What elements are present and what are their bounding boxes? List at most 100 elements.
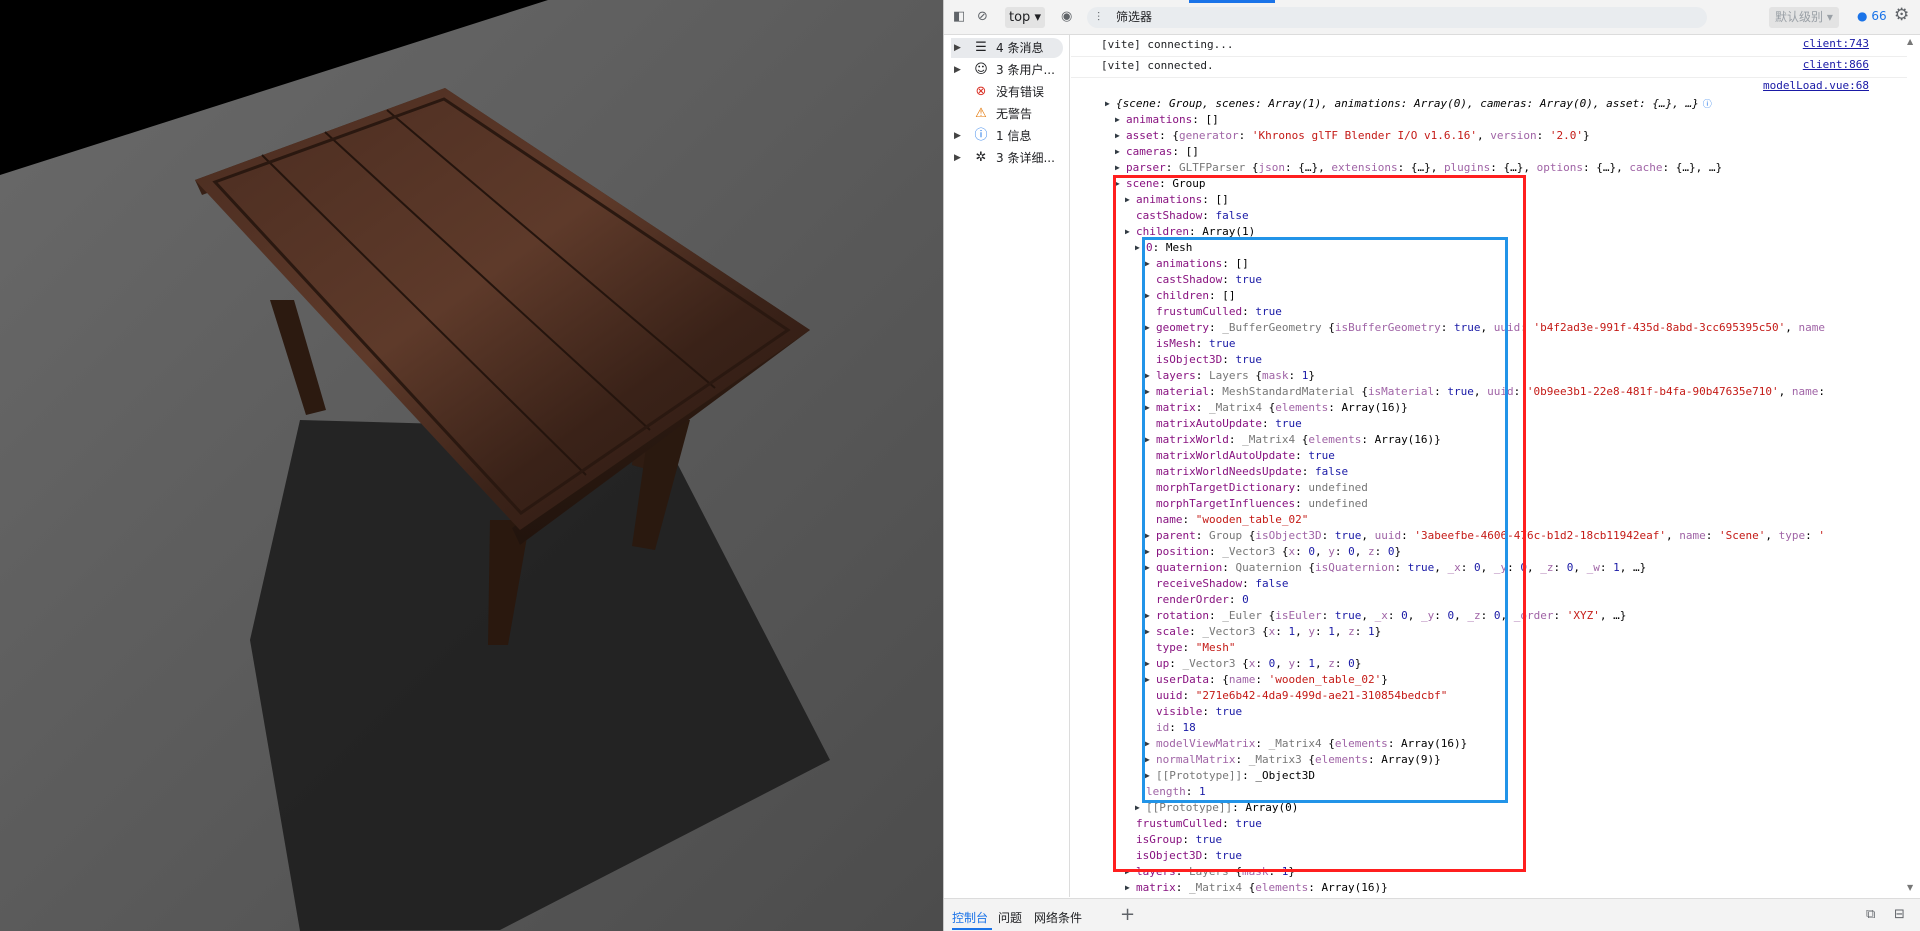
tree-text: 'XYZ'	[1566, 609, 1600, 622]
tab-console[interactable]: 控制台	[952, 909, 988, 926]
context-selector[interactable]: top ▾	[1005, 7, 1045, 28]
scroll-up-icon[interactable]: ▲	[1907, 37, 1913, 46]
expand-arrow-icon[interactable]: ▶	[1145, 368, 1156, 384]
tree-row[interactable]: ▶ layers: Layers {mask: 1}	[1125, 864, 1825, 880]
expand-arrow-icon[interactable]: ▶	[1135, 240, 1146, 256]
sidebar-item-0[interactable]: ▶ ☰ 4 条消息	[951, 38, 1063, 58]
gear-icon[interactable]: ⚙	[1894, 5, 1909, 25]
sidebar-toggle-icon[interactable]: ◧	[953, 8, 965, 26]
expand-arrow-icon[interactable]: ▶	[1105, 96, 1116, 112]
dock-icon[interactable]: ⧉	[1866, 907, 1875, 922]
tree-row[interactable]: ▶ [[Prototype]]: Array(0)	[1135, 800, 1825, 816]
expand-arrow-icon[interactable]: ▶	[1145, 320, 1156, 336]
tree-text: :	[1401, 529, 1415, 542]
tree-row[interactable]: ▶ rotation: _Euler {isEuler: true, _x: 0,…	[1145, 608, 1825, 624]
tree-row[interactable]: ▶ scene: Group	[1115, 176, 1825, 192]
expand-arrow-icon[interactable]: ▶	[1115, 144, 1126, 160]
expand-arrow-icon[interactable]: ▶	[954, 60, 961, 80]
expand-arrow-icon[interactable]: ▶	[1145, 656, 1156, 672]
expand-arrow-icon[interactable]: ▶	[1125, 192, 1136, 208]
expand-arrow-icon[interactable]: ▶	[1145, 672, 1156, 688]
live-expression-eye-icon[interactable]: ◉	[1061, 8, 1072, 26]
source-link[interactable]: client:743	[1803, 37, 1869, 50]
console-output[interactable]: [vite] connecting... client:743 [vite] con…	[1071, 35, 1907, 897]
scrollbar[interactable]: ▲ ▼	[1903, 35, 1919, 897]
expand-arrow-icon[interactable]: ▶	[954, 148, 961, 168]
tab-network-conditions[interactable]: 网络条件	[1034, 909, 1082, 926]
tree-row[interactable]: ▶ children: []	[1145, 288, 1825, 304]
expand-arrow-icon[interactable]: ▶	[1145, 256, 1156, 272]
tree-row[interactable]: ▶ animations: []	[1145, 256, 1825, 272]
tree-row[interactable]: ▶ asset: {generator: 'Khronos glTF Blende…	[1115, 128, 1825, 144]
issues-counter[interactable]: ● 66	[1857, 9, 1887, 23]
sidebar-item-5[interactable]: ▶ ✲ 3 条详细...	[951, 148, 1063, 168]
tree-text: :	[1202, 849, 1216, 862]
source-link[interactable]: client:866	[1803, 58, 1869, 71]
expand-arrow-icon[interactable]: ▶	[1125, 224, 1136, 240]
scroll-down-icon[interactable]: ▼	[1907, 883, 1913, 892]
source-link[interactable]: modelLoad.vue:68	[1763, 79, 1869, 92]
expand-arrow-icon[interactable]: ▶	[1145, 752, 1156, 768]
expand-arrow-icon[interactable]: ▶	[1145, 624, 1156, 640]
info-badge-icon: ⓘ	[1702, 100, 1712, 110]
tree-row[interactable]: ▶ scale: _Vector3 {x: 1, y: 1, z: 1}	[1145, 624, 1825, 640]
tree-row[interactable]: ▶ normalMatrix: _Matrix3 {elements: Array…	[1145, 752, 1825, 768]
expand-arrow-icon[interactable]: ▶	[1145, 384, 1156, 400]
tree-row[interactable]: ▶ cameras: []	[1115, 144, 1825, 160]
expand-arrow-icon[interactable]: ▶	[954, 38, 961, 58]
expand-arrow-icon[interactable]: ▶	[1145, 528, 1156, 544]
log-level-dropdown[interactable]: 默认级别 ▾	[1769, 7, 1839, 28]
tree-row[interactable]: ▶ parent: Group {isObject3D: true, uuid: …	[1145, 528, 1825, 544]
tree-row[interactable]: ▶ children: Array(1)	[1125, 224, 1825, 240]
tree-row[interactable]: ▶ position: _Vector3 {x: 0, y: 0, z: 0}	[1145, 544, 1825, 560]
expand-arrow-icon[interactable]: ▶	[1115, 160, 1126, 176]
tree-row[interactable]: ▶ 0: Mesh	[1135, 240, 1825, 256]
expand-arrow-icon[interactable]: ▶	[1145, 400, 1156, 416]
expand-arrow-icon[interactable]: ▶	[1145, 560, 1156, 576]
tree-text: elements	[1308, 433, 1362, 446]
tree-row[interactable]: ▶ up: _Vector3 {x: 0, y: 1, z: 0}	[1145, 656, 1825, 672]
sidebar-item-3[interactable]: ⚠ 无警告	[951, 104, 1063, 124]
tree-text: :	[1536, 129, 1550, 142]
tree-row[interactable]: ▶ matrix: _Matrix4 {elements: Array(16)}	[1145, 400, 1825, 416]
close-drawer-icon[interactable]: ⊟	[1894, 907, 1905, 922]
sidebar-item-4[interactable]: ▶ ⓘ 1 信息	[951, 126, 1063, 146]
expand-arrow-icon[interactable]: ▶	[1115, 176, 1126, 192]
tree-row[interactable]: ▶ modelViewMatrix: _Matrix4 {elements: Ar…	[1145, 736, 1825, 752]
sidebar-item-1[interactable]: ▶ ☺ 3 条用户...	[951, 60, 1063, 80]
tree-row[interactable]: ▶ matrix: _Matrix4 {elements: Array(16)}	[1125, 880, 1825, 896]
tab-issues[interactable]: 问题	[998, 909, 1022, 926]
tree-row[interactable]: ▶ material: MeshStandardMaterial {isMater…	[1145, 384, 1825, 400]
tree-text: children	[1136, 225, 1189, 238]
3d-viewport[interactable]	[0, 0, 943, 931]
tree-row[interactable]: ▶ animations: []	[1125, 192, 1825, 208]
tree-row[interactable]: ▶ userData: {name: 'wooden_table_02'}	[1145, 672, 1825, 688]
expand-arrow-icon[interactable]: ▶	[1125, 864, 1136, 880]
tree-row[interactable]: ▶ {scene: Group, scenes: Array(1), animat…	[1105, 96, 1825, 112]
clear-console-icon[interactable]: ⊘	[977, 8, 988, 26]
tree-row[interactable]: ▶ parser: GLTFParser {json: {…}, extensio…	[1115, 160, 1825, 176]
expand-arrow-icon[interactable]: ▶	[1115, 128, 1126, 144]
expand-arrow-icon[interactable]: ▶	[1145, 432, 1156, 448]
expand-arrow-icon[interactable]: ▶	[1145, 768, 1156, 784]
tree-row[interactable]: ▶ geometry: _BufferGeometry {isBufferGeom…	[1145, 320, 1825, 336]
expand-arrow-icon[interactable]: ▶	[954, 126, 961, 146]
tree-row[interactable]: ▶ quaternion: Quaternion {isQuaternion: t…	[1145, 560, 1825, 576]
add-tab-icon[interactable]: +	[1120, 904, 1135, 925]
tree-row[interactable]: ▶ [[Prototype]]: _Object3D	[1145, 768, 1825, 784]
expand-arrow-icon[interactable]: ▶	[1125, 880, 1136, 896]
expand-arrow-icon[interactable]: ▶	[1145, 544, 1156, 560]
sidebar-item-2[interactable]: ⊗ 没有错误	[951, 82, 1063, 102]
expand-arrow-icon[interactable]: ▶	[1145, 736, 1156, 752]
tree-row[interactable]: ▶ animations: []	[1115, 112, 1825, 128]
tree-row[interactable]: ▶ matrixWorld: _Matrix4 {elements: Array(…	[1145, 432, 1825, 448]
tree-text: animations	[1136, 193, 1203, 206]
expand-arrow-icon[interactable]: ▶	[1145, 608, 1156, 624]
tree-text: uuid	[1374, 529, 1402, 542]
expand-arrow-icon[interactable]: ▶	[1145, 288, 1156, 304]
filter-input[interactable]: ⫶ 筛选器	[1087, 7, 1707, 28]
tree-row[interactable]: ▶ layers: Layers {mask: 1}	[1145, 368, 1825, 384]
expand-arrow-icon[interactable]: ▶	[1135, 800, 1146, 816]
expand-arrow-icon[interactable]: ▶	[1115, 112, 1126, 128]
tree-text: , …}	[1619, 561, 1647, 574]
